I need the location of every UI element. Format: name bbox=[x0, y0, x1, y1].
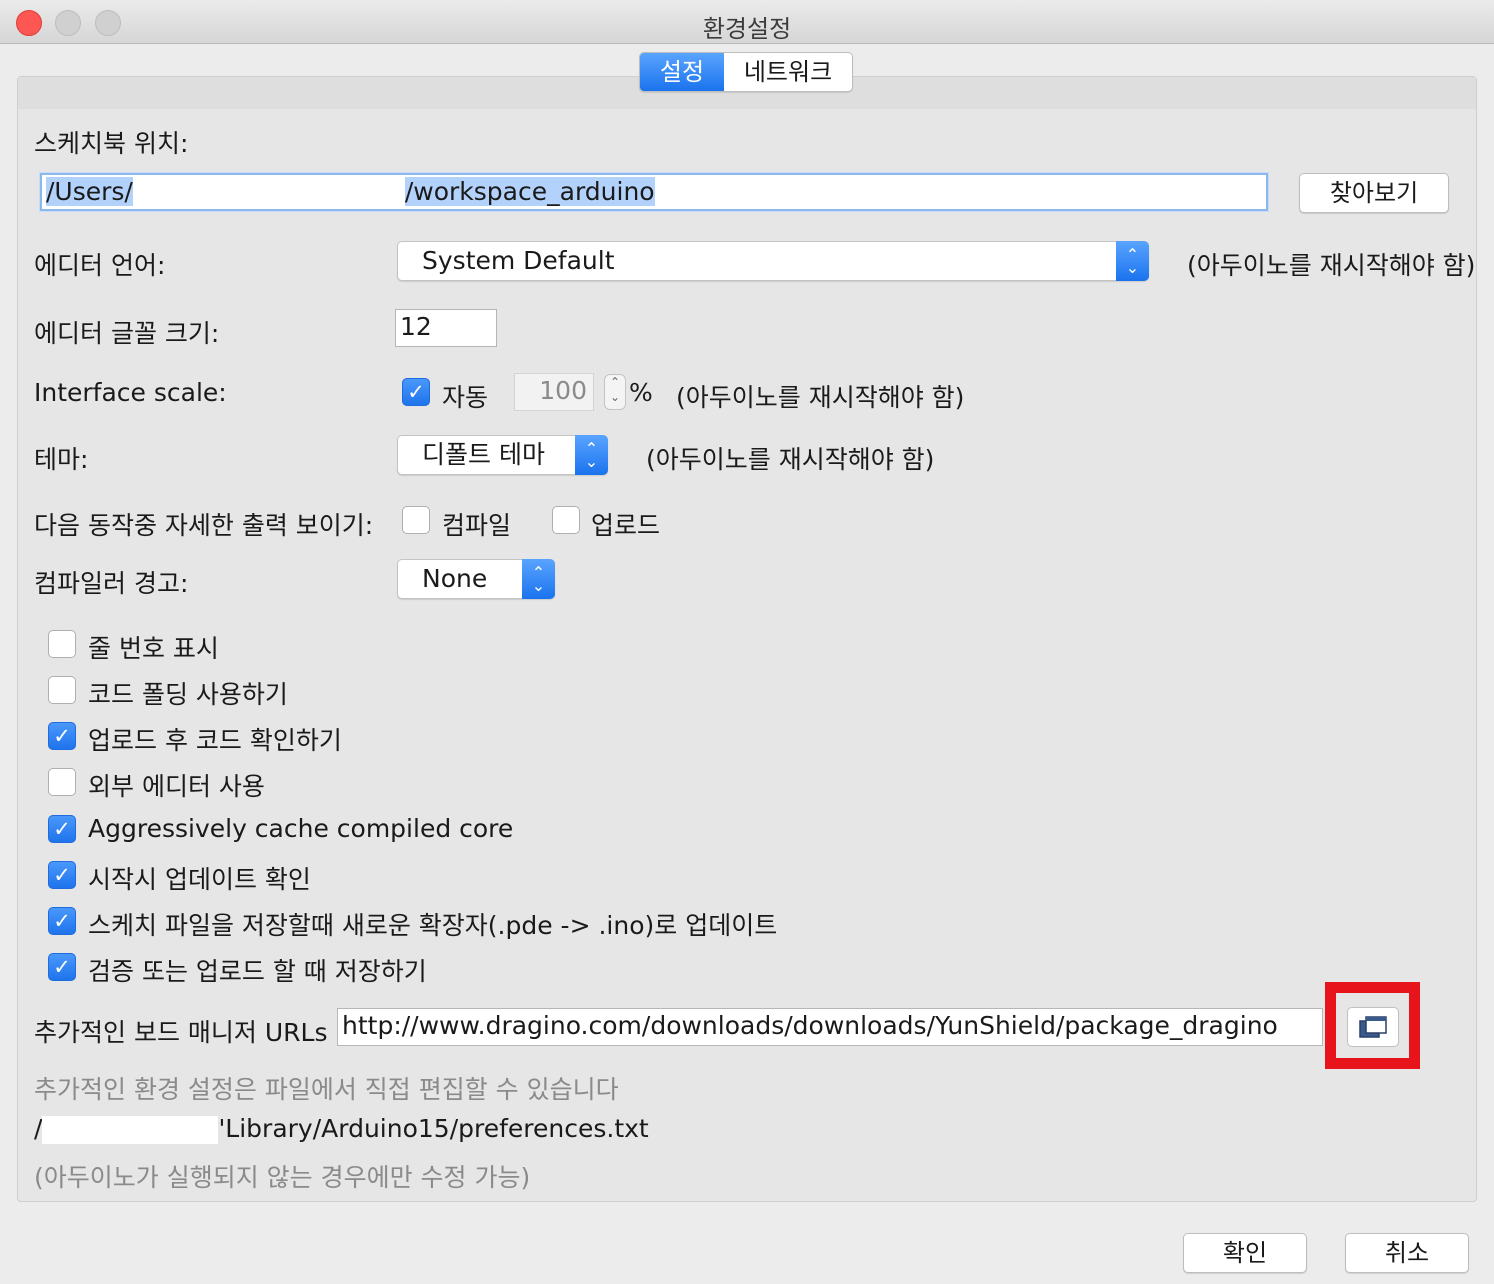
prefs-file-hint: 추가적인 환경 설정은 파일에서 직접 편집할 수 있습니다 bbox=[34, 1075, 619, 1104]
ok-button[interactable]: 확인 bbox=[1183, 1233, 1307, 1273]
option-checkbox-line-numbers[interactable] bbox=[48, 630, 76, 658]
chevron-updown-icon: ⌃ ⌄ bbox=[1116, 241, 1149, 281]
compiler-warnings-select[interactable]: None ⌃ ⌄ bbox=[397, 559, 555, 599]
prefs-file-path-start: / bbox=[34, 1114, 43, 1143]
option-checkbox-save-on-verify[interactable]: ✓ bbox=[48, 953, 76, 981]
theme-label: 테마: bbox=[34, 445, 89, 474]
option-label-check-updates: 시작시 업데이트 확인 bbox=[88, 865, 311, 894]
prefs-file-path-end: 'Library/Arduino15/preferences.txt bbox=[218, 1114, 649, 1143]
theme-value: 디폴트 테마 bbox=[422, 440, 545, 469]
sketchbook-path-start: /Users/ bbox=[46, 177, 133, 206]
option-checkbox-external-editor[interactable] bbox=[48, 768, 76, 796]
option-checkbox-cache-core[interactable]: ✓ bbox=[48, 815, 76, 843]
board-urls-edit-button[interactable] bbox=[1347, 1007, 1399, 1047]
verbose-compile-label: 컴파일 bbox=[442, 511, 512, 540]
option-label-update-extension: 스케치 파일을 저장할때 새로운 확장자(.pde -> .ino)로 업데이트 bbox=[88, 911, 778, 940]
sketchbook-path-input[interactable]: /Users/ /workspace_arduino bbox=[40, 173, 1268, 211]
editor-language-note: (아두이노를 재시작해야 함) bbox=[1187, 251, 1476, 280]
interface-scale-auto-checkbox[interactable]: ✓ bbox=[402, 378, 430, 406]
window-stack-icon bbox=[1359, 1016, 1387, 1038]
option-checkbox-update-extension[interactable]: ✓ bbox=[48, 907, 76, 935]
option-label-verify-after-upload: 업로드 후 코드 확인하기 bbox=[88, 726, 342, 755]
sketchbook-path-end: /workspace_arduino bbox=[404, 177, 655, 206]
compiler-warnings-label: 컴파일러 경고: bbox=[34, 569, 189, 598]
editor-language-select[interactable]: System Default ⌃ ⌄ bbox=[397, 241, 1149, 281]
redacted-home bbox=[42, 1116, 219, 1144]
interface-scale-auto-label: 자동 bbox=[442, 383, 489, 412]
chevron-updown-icon: ⌃ ⌄ bbox=[522, 559, 555, 599]
option-checkbox-verify-after-upload[interactable]: ✓ bbox=[48, 722, 76, 750]
option-label-save-on-verify: 검증 또는 업로드 할 때 저장하기 bbox=[88, 957, 427, 986]
sketchbook-location-label: 스케치북 위치: bbox=[34, 129, 189, 158]
option-label-external-editor: 외부 에디터 사용 bbox=[88, 772, 265, 801]
option-label-line-numbers: 줄 번호 표시 bbox=[88, 634, 219, 663]
theme-select[interactable]: 디폴트 테마 ⌃ ⌄ bbox=[397, 435, 608, 475]
option-label-code-folding: 코드 폴딩 사용하기 bbox=[88, 680, 288, 709]
editor-font-size-label: 에디터 글꼴 크기: bbox=[34, 319, 220, 348]
board-urls-label: 추가적인 보드 매니저 URLs bbox=[34, 1018, 328, 1047]
editor-font-size-input[interactable]: 12 bbox=[395, 309, 497, 347]
interface-scale-unit: % bbox=[629, 378, 653, 407]
option-checkbox-code-folding[interactable] bbox=[48, 676, 76, 704]
verbose-output-label: 다음 동작중 자세한 출력 보이기: bbox=[34, 511, 374, 540]
interface-scale-note: (아두이노를 재시작해야 함) bbox=[676, 383, 965, 412]
editor-language-value: System Default bbox=[422, 246, 615, 275]
compiler-warnings-value: None bbox=[422, 564, 488, 593]
option-label-cache-core: Aggressively cache compiled core bbox=[88, 814, 514, 843]
window-title: 환경설정 bbox=[702, 15, 792, 43]
editor-language-label: 에디터 언어: bbox=[34, 251, 166, 280]
redacted-username bbox=[132, 178, 405, 208]
verbose-upload-checkbox[interactable] bbox=[552, 506, 580, 534]
prefs-file-path: / 'Library/Arduino15/preferences.txt bbox=[34, 1114, 649, 1144]
chevron-updown-icon: ⌃ ⌄ bbox=[575, 435, 608, 475]
cancel-button[interactable]: 취소 bbox=[1345, 1233, 1469, 1273]
tab-settings[interactable]: 설정 bbox=[640, 53, 724, 91]
verbose-upload-label: 업로드 bbox=[591, 511, 661, 540]
theme-note: (아두이노를 재시작해야 함) bbox=[646, 445, 935, 474]
interface-scale-label: Interface scale: bbox=[34, 378, 227, 407]
option-checkbox-check-updates[interactable]: ✓ bbox=[48, 861, 76, 889]
interface-scale-stepper[interactable]: ⌃ ⌄ bbox=[604, 374, 626, 410]
title-bar: 환경설정 bbox=[0, 0, 1494, 44]
verbose-compile-checkbox[interactable] bbox=[402, 506, 430, 534]
prefs-file-note: (아두이노가 실행되지 않는 경우에만 수정 가능) bbox=[34, 1163, 531, 1192]
interface-scale-input[interactable]: 100 bbox=[514, 373, 594, 411]
tab-bar: 설정 네트워크 bbox=[639, 52, 853, 92]
board-urls-input[interactable]: http://www.dragino.com/downloads/downloa… bbox=[337, 1008, 1323, 1046]
browse-button[interactable]: 찾아보기 bbox=[1299, 173, 1449, 213]
tab-network[interactable]: 네트워크 bbox=[724, 53, 852, 91]
